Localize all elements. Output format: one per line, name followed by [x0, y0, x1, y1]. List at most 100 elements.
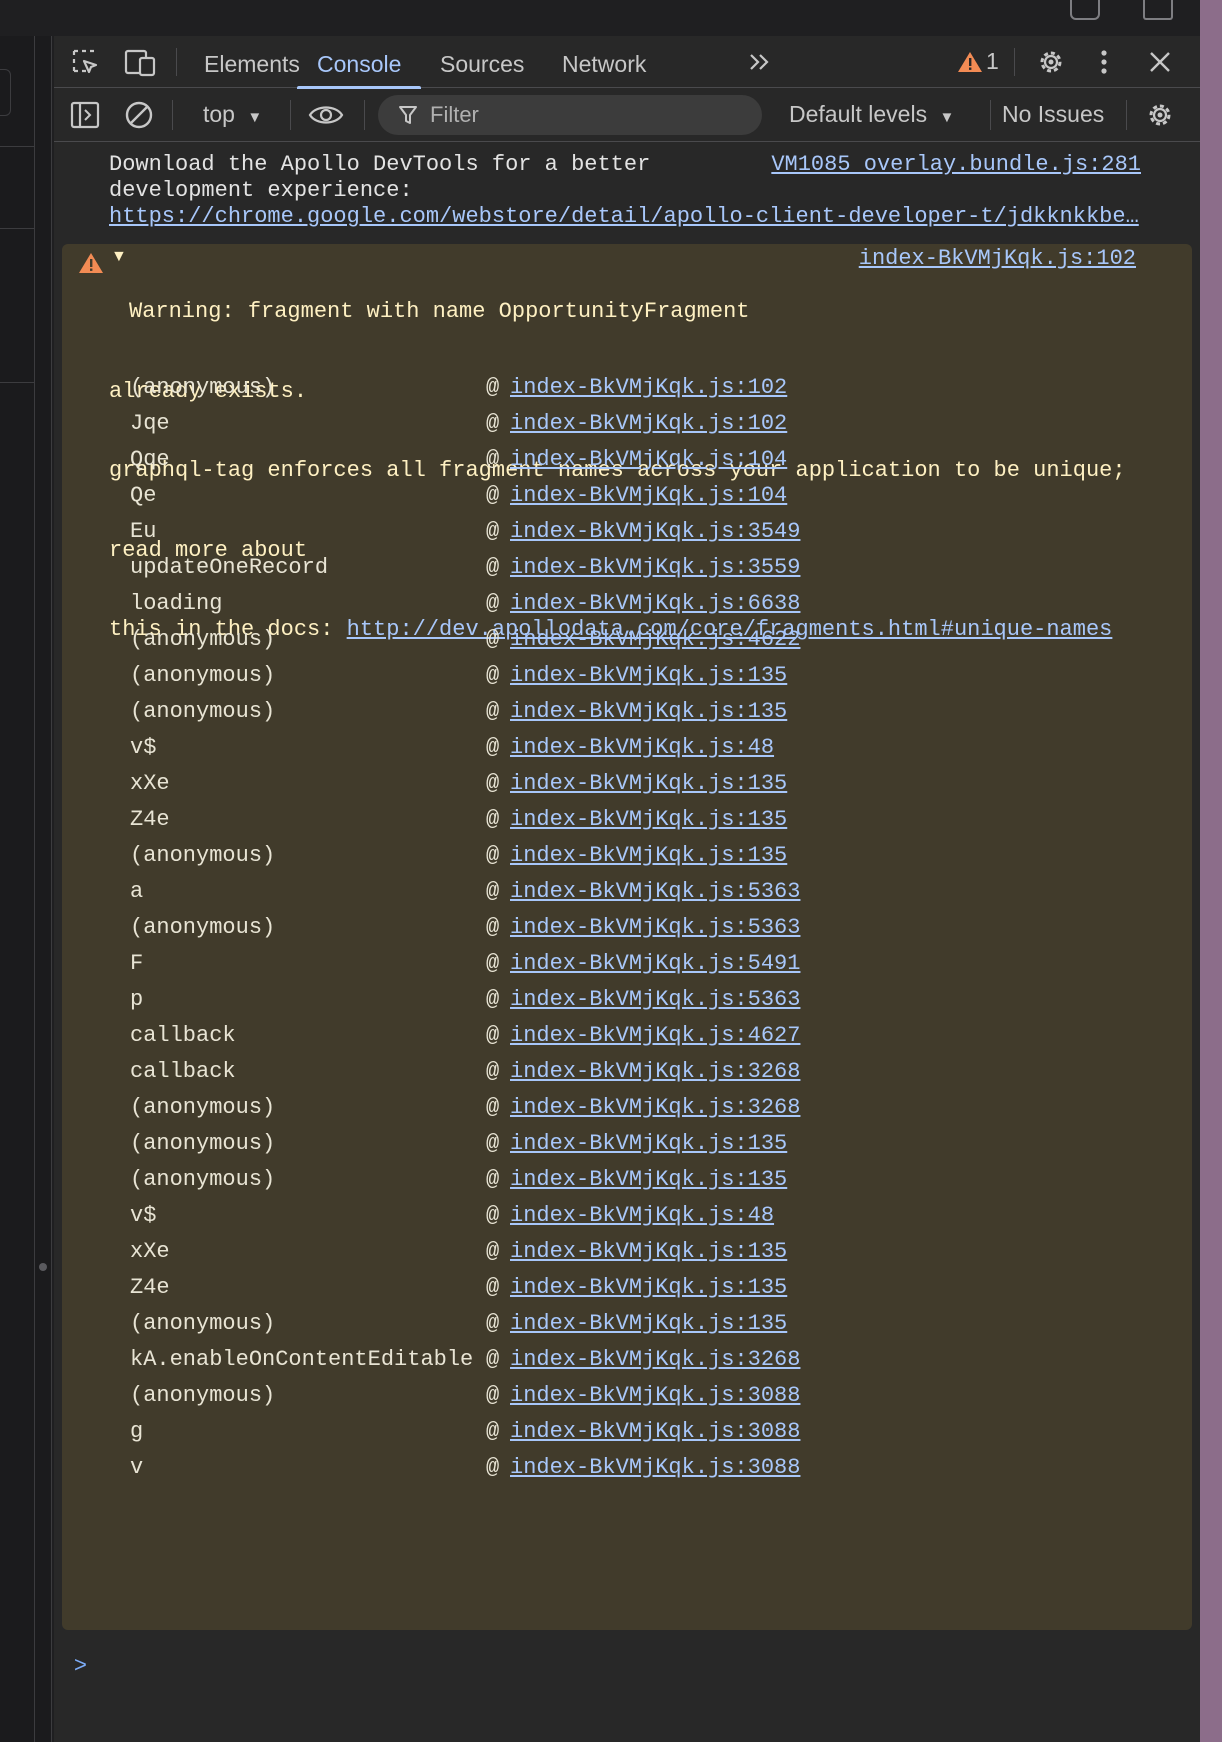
source-location-link[interactable]: index-BkVMjKqk.js:48: [510, 730, 774, 766]
function-name: v$: [130, 1203, 157, 1228]
sidebar-toggle-icon[interactable]: [70, 100, 100, 130]
source-location-link[interactable]: index-BkVMjKqk.js:3268: [510, 1342, 800, 1378]
function-name: (anonymous): [130, 1131, 276, 1156]
resize-handle[interactable]: [39, 1263, 47, 1271]
source-location-link[interactable]: index-BkVMjKqk.js:3559: [510, 550, 800, 586]
console-prompt-icon[interactable]: >: [74, 1652, 87, 1678]
source-location-link[interactable]: index-BkVMjKqk.js:135: [510, 1126, 787, 1162]
filter-funnel-icon: [399, 106, 417, 124]
pane-border: [34, 36, 35, 1742]
at-symbol: @: [486, 771, 500, 796]
source-location-link[interactable]: index-BkVMjKqk.js:3088: [510, 1414, 800, 1450]
issues-button[interactable]: No Issues: [1002, 101, 1104, 128]
log-levels-dropdown[interactable]: Default levels ▼: [789, 101, 954, 128]
source-location-link[interactable]: index-BkVMjKqk.js:104: [510, 442, 787, 478]
context-value: top: [203, 101, 235, 127]
source-location-link[interactable]: index-BkVMjKqk.js:5363: [510, 910, 800, 946]
at-symbol: @: [486, 483, 500, 508]
close-icon[interactable]: [1148, 50, 1172, 74]
at-symbol: @: [486, 1167, 500, 1192]
at-symbol: @: [486, 915, 500, 940]
function-name: p: [130, 987, 144, 1012]
at-symbol: @: [486, 1059, 500, 1084]
divider: [172, 100, 173, 130]
function-name: updateOneRecord: [130, 555, 329, 580]
console-settings-gear-icon[interactable]: [1144, 99, 1176, 131]
at-symbol: @: [486, 663, 500, 688]
source-location-link[interactable]: index-BkVMjKqk.js:135: [510, 1306, 787, 1342]
divider: [0, 382, 35, 383]
source-location-link[interactable]: index-BkVMjKqk.js:6638: [510, 586, 800, 622]
info-message: Download the Apollo DevTools for a bette…: [109, 152, 1149, 230]
info-source-link[interactable]: VM1085 overlay.bundle.js:281: [771, 152, 1141, 178]
function-name: (anonymous): [130, 375, 276, 400]
warning-icon[interactable]: [957, 50, 983, 74]
filter-input[interactable]: Filter: [378, 95, 762, 135]
divider: [364, 100, 365, 130]
clear-console-icon[interactable]: [124, 100, 154, 130]
dropdown-arrow-icon: ▼: [939, 109, 955, 126]
source-location-link[interactable]: index-BkVMjKqk.js:135: [510, 838, 787, 874]
function-name: Qe: [130, 483, 157, 508]
at-symbol: @: [486, 1347, 500, 1372]
tab-network[interactable]: Network: [542, 36, 666, 88]
apollo-devtools-link[interactable]: https://chrome.google.com/webstore/detai…: [109, 204, 1149, 230]
source-location-link[interactable]: index-BkVMjKqk.js:135: [510, 802, 787, 838]
function-name: (anonymous): [130, 915, 276, 940]
source-location-link[interactable]: index-BkVMjKqk.js:5363: [510, 874, 800, 910]
split-view-icon[interactable]: [1143, 0, 1173, 20]
context-selector[interactable]: top ▼: [203, 101, 262, 128]
at-symbol: @: [486, 1383, 500, 1408]
at-symbol: @: [486, 591, 500, 616]
source-location-link[interactable]: index-BkVMjKqk.js:135: [510, 1162, 787, 1198]
source-location-link[interactable]: index-BkVMjKqk.js:48: [510, 1198, 774, 1234]
at-symbol: @: [486, 1239, 500, 1264]
live-expression-eye-icon[interactable]: [308, 102, 344, 128]
warning-source-link[interactable]: index-BkVMjKqk.js:102: [859, 246, 1136, 272]
divider: [0, 146, 35, 147]
function-name: (anonymous): [130, 843, 276, 868]
inspect-element-icon[interactable]: [71, 48, 101, 78]
at-symbol: @: [486, 1419, 500, 1444]
function-name: (anonymous): [130, 1383, 276, 1408]
divider: [1126, 100, 1127, 130]
at-symbol: @: [486, 1275, 500, 1300]
at-symbol: @: [486, 843, 500, 868]
source-location-link[interactable]: index-BkVMjKqk.js:135: [510, 1270, 787, 1306]
source-location-link[interactable]: index-BkVMjKqk.js:102: [510, 406, 787, 442]
source-location-link[interactable]: index-BkVMjKqk.js:5363: [510, 982, 800, 1018]
more-tabs-icon[interactable]: [747, 50, 773, 74]
function-name: kA.enableOnContentEditable: [130, 1347, 474, 1372]
function-name: F: [130, 951, 144, 976]
source-location-link[interactable]: index-BkVMjKqk.js:3268: [510, 1054, 800, 1090]
function-name: (anonymous): [130, 699, 276, 724]
warning-count[interactable]: 1: [986, 48, 999, 75]
source-location-link[interactable]: index-BkVMjKqk.js:3088: [510, 1450, 800, 1486]
window-top-bar: [0, 0, 1222, 36]
source-location-link[interactable]: index-BkVMjKqk.js:3088: [510, 1378, 800, 1414]
device-toolbar-icon[interactable]: [124, 48, 158, 78]
devtools-panel: Elements Console Sources Network 1 top ▼…: [54, 36, 1200, 1742]
source-location-link[interactable]: index-BkVMjKqk.js:4627: [510, 1018, 800, 1054]
source-location-link[interactable]: index-BkVMjKqk.js:3268: [510, 1090, 800, 1126]
function-name: Z4e: [130, 1275, 170, 1300]
source-location-link[interactable]: index-BkVMjKqk.js:3549: [510, 514, 800, 550]
source-location-link[interactable]: index-BkVMjKqk.js:135: [510, 766, 787, 802]
tab-sources[interactable]: Sources: [420, 36, 544, 88]
source-location-link[interactable]: index-BkVMjKqk.js:5491: [510, 946, 800, 982]
source-location-link[interactable]: index-BkVMjKqk.js:135: [510, 658, 787, 694]
extension-icon[interactable]: [1070, 0, 1100, 20]
divider: [176, 48, 177, 76]
source-location-link[interactable]: index-BkVMjKqk.js:102: [510, 370, 787, 406]
source-location-link[interactable]: index-BkVMjKqk.js:135: [510, 1234, 787, 1270]
source-location-link[interactable]: index-BkVMjKqk.js:104: [510, 478, 787, 514]
settings-gear-icon[interactable]: [1035, 46, 1067, 78]
function-name: Eu: [130, 519, 157, 544]
source-location-link[interactable]: index-BkVMjKqk.js:135: [510, 694, 787, 730]
at-symbol: @: [486, 627, 500, 652]
source-location-link[interactable]: index-BkVMjKqk.js:4622: [510, 622, 800, 658]
tab-console[interactable]: Console: [297, 36, 422, 89]
more-options-icon[interactable]: [1098, 48, 1110, 76]
devtools-tab-bar: Elements Console Sources Network 1: [54, 36, 1200, 89]
window-edge: [1200, 0, 1222, 1742]
